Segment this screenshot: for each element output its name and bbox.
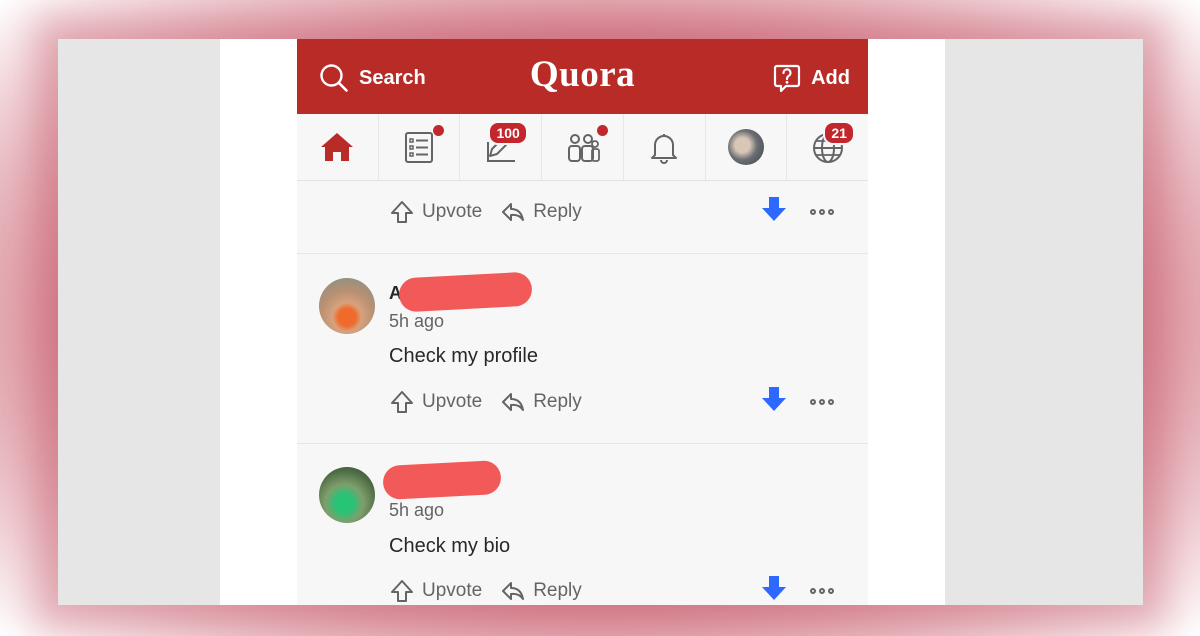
reply-label: Reply [533,580,582,601]
reply-button[interactable]: Reply [500,199,582,225]
comment-actions: Upvote Reply [389,576,849,605]
nav-spaces[interactable] [542,114,624,180]
more-dot-icon [810,588,816,594]
downvote-arrow-icon [762,197,786,221]
upvote-button[interactable]: Upvote [389,578,482,604]
more-dot-icon [819,209,825,215]
divider [297,443,868,444]
comment-actions: Upvote Reply [389,197,849,227]
nav-profile[interactable] [706,114,788,180]
comment-time: 5h ago [389,500,445,520]
downvote-button[interactable] [760,385,788,419]
downvote-arrow-icon [762,387,786,411]
add-question-icon [774,64,801,93]
more-options-button[interactable] [810,399,834,405]
comment-time: 5h ago [389,311,445,331]
nav-notifications[interactable] [624,114,706,180]
more-dot-icon [828,588,834,594]
people-icon [567,134,600,162]
comment-text: Check my profile [389,345,538,367]
downvote-arrow-icon [762,576,786,600]
upvote-arrow-icon [391,580,413,602]
reply-icon [502,203,525,221]
upvote-label: Upvote [422,580,483,601]
add-question-button[interactable]: Add [773,63,850,93]
more-dot-icon [810,209,816,215]
main-nav: 100 21 [297,114,868,181]
more-options-button[interactable] [810,588,834,594]
upvote-arrow-icon [391,391,413,413]
reply-button[interactable]: Reply [500,578,582,604]
more-dot-icon [819,588,825,594]
more-dot-icon [819,399,825,405]
comment-actions: Upvote Reply [389,387,849,417]
languages-count-badge: 21 [823,121,855,145]
nav-following[interactable] [379,114,461,180]
avatar-icon [727,129,764,165]
quora-app: Search Quora Add 100 21 Upvote Reply Al … [297,39,868,605]
device-screen: Search Quora Add 100 21 Upvote Reply Al … [58,39,1143,605]
commenter-avatar[interactable] [319,278,375,334]
notification-dot [595,124,609,137]
commenter-avatar[interactable] [319,467,375,523]
bell-icon [651,134,678,164]
reply-label: Reply [533,391,582,412]
add-label: Add [811,66,850,89]
nav-home[interactable] [297,114,379,180]
upvote-button[interactable]: Upvote [389,389,482,415]
more-dot-icon [810,399,816,405]
redaction-mark [398,271,533,313]
reply-icon [502,393,525,411]
comment-extra-actions [760,387,834,417]
redaction-mark [382,459,502,501]
downvote-button[interactable] [760,195,788,229]
reply-button[interactable]: Reply [500,389,582,415]
more-dot-icon [828,399,834,405]
home-icon [321,133,354,161]
top-bar: Search Quora Add [297,39,868,114]
upvote-arrow-icon [391,201,413,223]
upvote-label: Upvote [422,201,483,222]
answer-count-badge: 100 [488,121,528,145]
notification-dot [432,124,446,137]
reply-label: Reply [533,201,582,222]
comment-extra-actions [760,197,834,227]
comment-text: Check my bio [389,535,511,557]
more-options-button[interactable] [810,209,834,215]
upvote-button[interactable]: Upvote [389,199,482,225]
nav-languages[interactable]: 21 [787,114,868,180]
more-dot-icon [828,209,834,215]
upvote-label: Upvote [422,391,483,412]
reply-icon [502,582,525,600]
divider [297,253,868,254]
downvote-button[interactable] [760,574,788,605]
nav-answer[interactable]: 100 [460,114,543,180]
comment-extra-actions [760,576,834,605]
